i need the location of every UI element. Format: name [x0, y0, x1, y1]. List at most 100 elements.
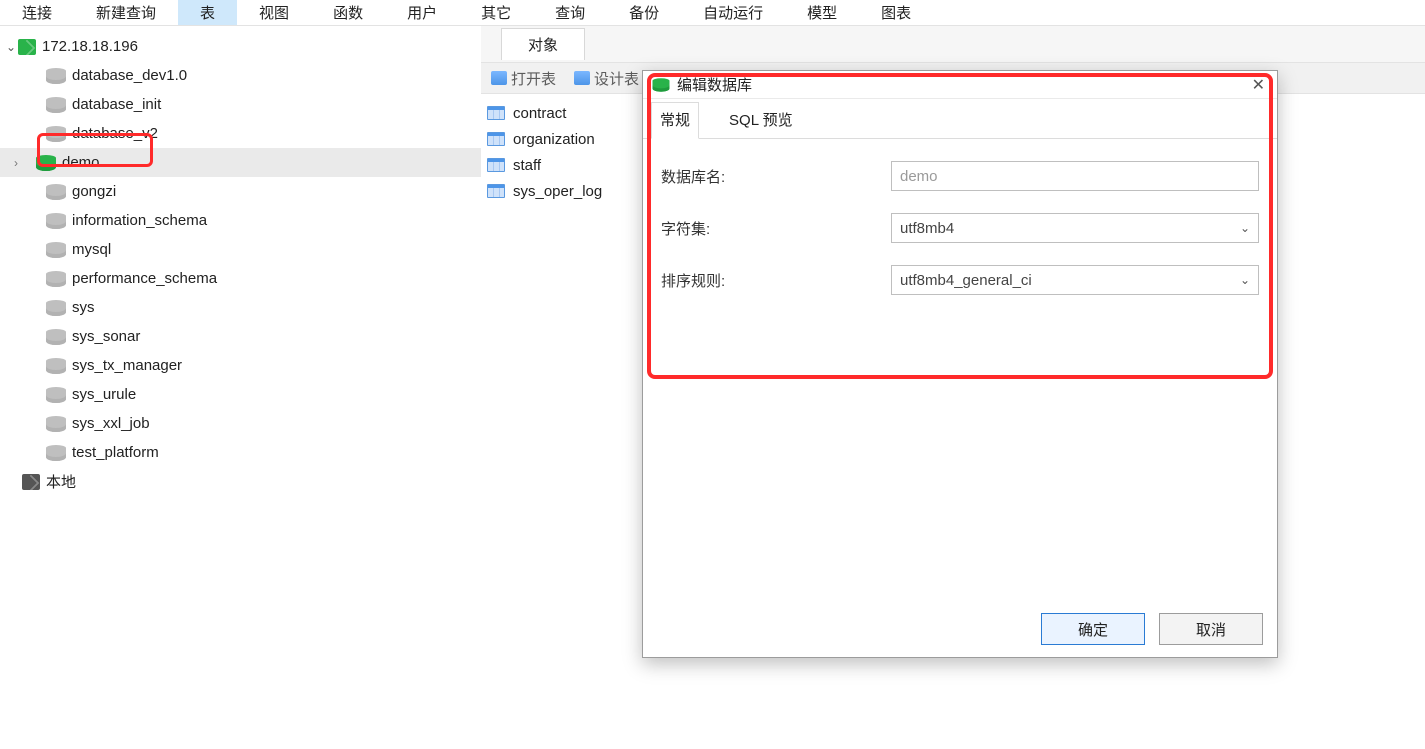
toolbar-label: 打开表	[511, 68, 556, 89]
tree-db-label: sys	[72, 299, 95, 316]
toolbar-label: 设计表	[594, 68, 639, 89]
toolbar-design-table[interactable]: 设计表	[574, 68, 639, 89]
object-tabstrip: 对象	[481, 26, 1425, 62]
tree-db-label: sys_sonar	[72, 328, 140, 345]
dialog-footer: 确定 取消	[1041, 613, 1263, 645]
database-icon	[46, 126, 66, 142]
tree-db-label: database_v2	[72, 125, 158, 142]
database-icon	[46, 184, 66, 200]
tree-db-label: performance_schema	[72, 270, 217, 287]
tab-sql-preview[interactable]: SQL 预览	[721, 103, 801, 138]
tree-db-6[interactable]: mysql	[0, 235, 481, 264]
database-icon	[46, 358, 66, 374]
dialog-tabs: 常规 SQL 预览	[643, 99, 1277, 139]
menu-new-query[interactable]: 新建查询	[74, 0, 178, 25]
tree-db-label: mysql	[72, 241, 111, 258]
label-db-name: 数据库名:	[661, 166, 891, 187]
cancel-button[interactable]: 取消	[1159, 613, 1263, 645]
database-icon	[46, 300, 66, 316]
tree-db-1[interactable]: database_init	[0, 90, 481, 119]
tab-objects[interactable]: 对象	[501, 28, 585, 60]
tree-db-7[interactable]: performance_schema	[0, 264, 481, 293]
database-icon	[46, 213, 66, 229]
select-value: utf8mb4_general_ci	[900, 272, 1032, 289]
tree-db-4[interactable]: gongzi	[0, 177, 481, 206]
menu-connect[interactable]: 连接	[0, 0, 74, 25]
connection-tree: ⌄ 172.18.18.196 database_dev1.0 database…	[0, 26, 481, 749]
tree-db-label: sys_tx_manager	[72, 357, 182, 374]
tree-db-11[interactable]: sys_urule	[0, 380, 481, 409]
dialog-body: 数据库名: 字符集: utf8mb4 ⌄ 排序规则: utf8mb4_gener…	[643, 139, 1277, 295]
top-menubar: 连接 新建查询 表 视图 函数 用户 其它 查询 备份 自动运行 模型 图表	[0, 0, 1425, 26]
tree-db-label: sys_xxl_job	[72, 415, 150, 432]
table-icon	[487, 132, 505, 146]
tree-db-label: sys_urule	[72, 386, 136, 403]
table-name: organization	[513, 131, 595, 148]
tree-db-9[interactable]: sys_sonar	[0, 322, 481, 351]
connection-label: 172.18.18.196	[42, 38, 138, 55]
chevron-right-icon: ›	[14, 156, 18, 170]
tree-db-2[interactable]: database_v2	[0, 119, 481, 148]
edit-database-dialog: 编辑数据库 ✕ 常规 SQL 预览 数据库名: 字符集: utf8mb4 ⌄ 排…	[642, 70, 1278, 658]
database-icon	[46, 416, 66, 432]
chevron-down-icon: ⌄	[1240, 273, 1250, 287]
tree-db-5[interactable]: information_schema	[0, 206, 481, 235]
database-icon	[46, 329, 66, 345]
menu-table[interactable]: 表	[178, 0, 237, 25]
tree-db-demo[interactable]: › demo	[0, 148, 481, 177]
ok-button[interactable]: 确定	[1041, 613, 1145, 645]
database-icon	[653, 78, 670, 92]
database-icon	[46, 242, 66, 258]
select-charset[interactable]: utf8mb4 ⌄	[891, 213, 1259, 243]
select-collation[interactable]: utf8mb4_general_ci ⌄	[891, 265, 1259, 295]
tree-db-12[interactable]: sys_xxl_job	[0, 409, 481, 438]
table-name: contract	[513, 105, 566, 122]
select-value: utf8mb4	[900, 220, 954, 237]
menu-chart[interactable]: 图表	[859, 0, 933, 25]
tree-db-label: database_dev1.0	[72, 67, 187, 84]
database-icon	[36, 155, 56, 171]
menu-backup[interactable]: 备份	[607, 0, 681, 25]
tree-db-10[interactable]: sys_tx_manager	[0, 351, 481, 380]
close-icon[interactable]: ✕	[1248, 75, 1269, 95]
connection-icon	[18, 39, 36, 55]
table-design-icon	[574, 71, 590, 85]
database-icon	[46, 271, 66, 287]
table-name: sys_oper_log	[513, 183, 602, 200]
table-icon	[487, 184, 505, 198]
table-icon	[487, 158, 505, 172]
label-collation: 排序规则:	[661, 270, 891, 291]
connection-icon	[22, 474, 40, 490]
table-name: staff	[513, 157, 541, 174]
tree-db-label: information_schema	[72, 212, 207, 229]
tree-db-13[interactable]: test_platform	[0, 438, 481, 467]
database-icon	[46, 445, 66, 461]
menu-model[interactable]: 模型	[785, 0, 859, 25]
toolbar-open-table[interactable]: 打开表	[491, 68, 556, 89]
tree-db-0[interactable]: database_dev1.0	[0, 61, 481, 90]
tree-connection[interactable]: ⌄ 172.18.18.196	[0, 32, 481, 61]
tree-db-label: demo	[62, 154, 100, 171]
tree-local-connection[interactable]: 本地	[0, 467, 481, 496]
chevron-down-icon: ⌄	[1240, 221, 1250, 235]
table-icon	[487, 106, 505, 120]
database-icon	[46, 68, 66, 84]
menu-view[interactable]: 视图	[237, 0, 311, 25]
label-charset: 字符集:	[661, 218, 891, 239]
input-db-name[interactable]	[891, 161, 1259, 191]
dialog-title: 编辑数据库	[677, 74, 1248, 95]
menu-other[interactable]: 其它	[459, 0, 533, 25]
tab-general[interactable]: 常规	[651, 102, 699, 139]
menu-user[interactable]: 用户	[385, 0, 459, 25]
dialog-titlebar[interactable]: 编辑数据库 ✕	[643, 71, 1277, 99]
tree-db-label: test_platform	[72, 444, 159, 461]
chevron-down-icon: ⌄	[4, 40, 18, 54]
database-icon	[46, 97, 66, 113]
connection-label: 本地	[46, 471, 76, 492]
menu-query[interactable]: 查询	[533, 0, 607, 25]
menu-auto[interactable]: 自动运行	[681, 0, 785, 25]
tree-db-8[interactable]: sys	[0, 293, 481, 322]
table-open-icon	[491, 71, 507, 85]
menu-function[interactable]: 函数	[311, 0, 385, 25]
database-icon	[46, 387, 66, 403]
